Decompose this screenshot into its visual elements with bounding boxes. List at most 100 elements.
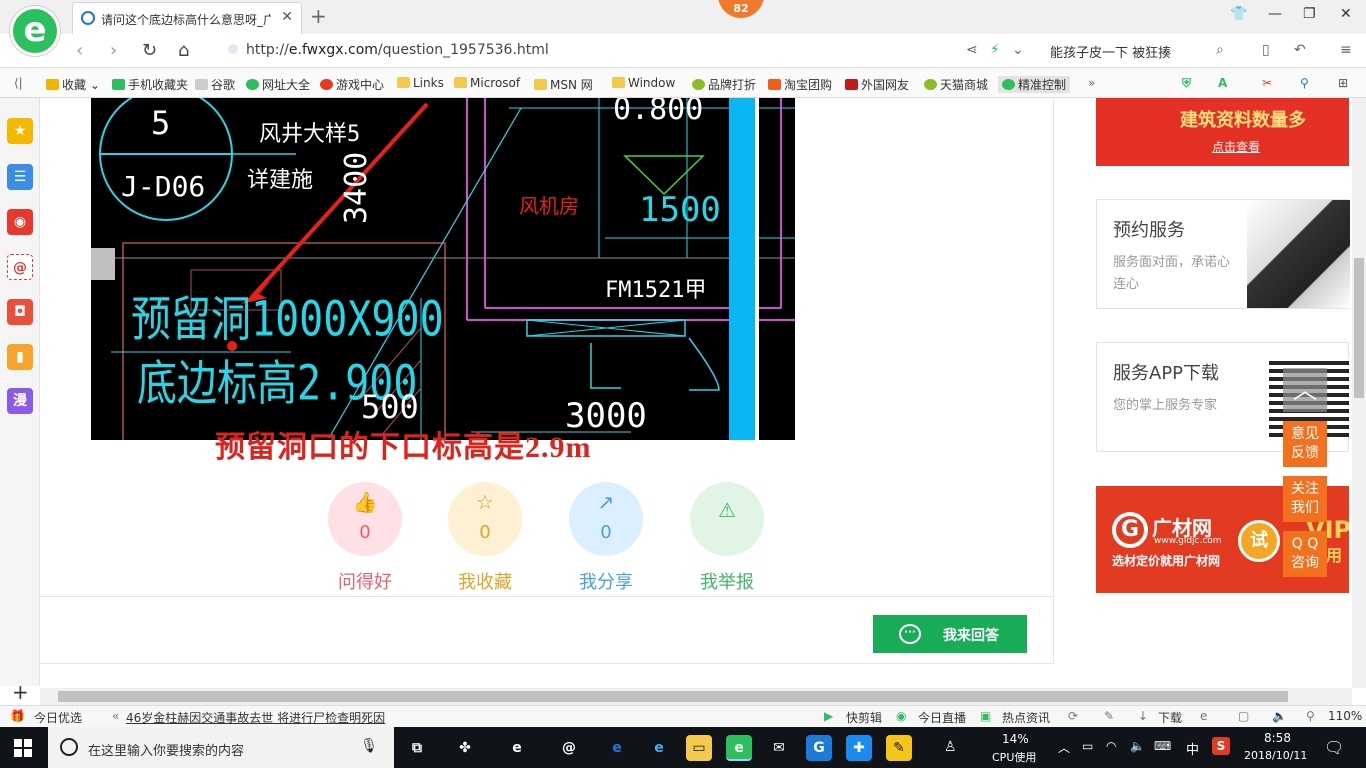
mail-icon[interactable]: @ <box>7 254 33 280</box>
reader-icon[interactable]: ☰ <box>7 164 33 190</box>
action-good-question[interactable]: 👍 0 问得好 <box>328 482 402 594</box>
glodon-icon[interactable]: G <box>806 735 832 761</box>
edge-icon[interactable]: e <box>604 735 630 761</box>
browser-logo-icon[interactable]: e <box>10 6 60 56</box>
game-icon[interactable]: ◘ <box>7 299 33 325</box>
ie-mode-icon[interactable]: e <box>1200 709 1207 723</box>
bookmark-item[interactable]: 天猫商城 <box>924 76 988 93</box>
people-icon[interactable]: ♙ <box>944 739 957 755</box>
wifi-icon[interactable]: ◠ <box>1106 739 1116 753</box>
clock-date[interactable]: 2018/10/11 <box>1244 749 1307 762</box>
action-circle[interactable]: ↗ 0 <box>569 482 643 556</box>
notification-center-icon[interactable]: 🗨 <box>1324 738 1344 757</box>
menu-icon[interactable]: ≡ <box>1340 42 1352 58</box>
action-label[interactable]: 我举报 <box>670 568 784 594</box>
ie-browser-icon[interactable]: e <box>504 735 530 761</box>
shield-icon[interactable]: ⛨ <box>1182 76 1191 91</box>
bookmark-item[interactable]: 淘宝团购 <box>768 76 832 93</box>
qq-consult-button[interactable]: Q Q 咨询 <box>1283 531 1327 577</box>
notes-app-icon[interactable]: ✎ <box>886 735 912 761</box>
today-picks[interactable]: 今日优选 <box>34 709 82 726</box>
download-label[interactable]: 下载 <box>1158 709 1182 726</box>
follow-us-button[interactable]: 关注 我们 <box>1283 476 1327 522</box>
minimize-icon[interactable]: — <box>1268 6 1282 22</box>
today-live[interactable]: 今日直播 <box>918 709 966 726</box>
scroll-thumb[interactable] <box>58 691 1288 702</box>
fan-app-icon[interactable]: ✤ <box>452 735 478 761</box>
action-circle[interactable]: 👍 0 <box>328 482 402 556</box>
mail-app-icon[interactable]: ✉ <box>766 735 792 761</box>
zoom-level[interactable]: 110% <box>1328 709 1362 723</box>
sogou-ime-icon[interactable]: S <box>1212 737 1230 755</box>
2345-browser-icon[interactable]: e <box>726 735 752 761</box>
apps-grid-icon[interactable]: ⊞ <box>1338 76 1348 90</box>
home-icon[interactable]: ⌂ <box>178 40 189 61</box>
speaker-icon[interactable]: 🔈 <box>1130 739 1145 753</box>
clock-time[interactable]: 8:58 <box>1264 731 1291 745</box>
back-to-top-icon[interactable]: ︿ <box>1283 368 1327 412</box>
bookmark-item[interactable]: 品牌打折 <box>692 76 756 93</box>
ad-link[interactable]: 点击查看 <box>1212 138 1260 155</box>
action-share[interactable]: ↗ 0 我分享 <box>569 482 643 594</box>
battery-icon[interactable]: ▭ <box>1082 739 1093 753</box>
feedback-button[interactable]: 意见 反馈 <box>1283 421 1327 467</box>
restore-icon[interactable]: ❐ <box>1303 6 1316 22</box>
url-field[interactable]: http://e.fwxgx.com/question_1957536.html <box>228 42 549 58</box>
share-icon[interactable]: ⋖ <box>966 42 978 58</box>
task-view-icon[interactable]: ⧉ <box>404 735 430 761</box>
hot-news[interactable]: 热点资讯 <box>1002 709 1050 726</box>
action-label[interactable]: 我收藏 <box>428 568 542 594</box>
file-explorer-icon[interactable]: ▭ <box>686 735 712 761</box>
forward-icon[interactable]: › <box>110 40 117 61</box>
comic-icon[interactable]: 漫 <box>7 388 33 414</box>
refresh-icon[interactable]: ⟳ <box>1068 709 1078 723</box>
action-label[interactable]: 我分享 <box>549 568 663 594</box>
windows-start-icon[interactable] <box>14 739 32 757</box>
shirt-skin-icon[interactable]: 👕 <box>1230 6 1247 22</box>
favorites-icon[interactable]: ★ <box>7 118 33 144</box>
reload-icon[interactable]: ↻ <box>142 40 157 61</box>
notes-icon[interactable]: ▮ <box>7 344 33 370</box>
action-collect[interactable]: ☆ 0 我收藏 <box>448 482 522 594</box>
bookmark-folder[interactable]: Links <box>397 76 444 90</box>
more-bookmarks-icon[interactable]: » <box>1088 76 1095 90</box>
quick-clip[interactable]: 快剪辑 <box>846 709 882 726</box>
horizontal-scrollbar[interactable] <box>40 688 1352 705</box>
bookmark-item[interactable]: 收藏 ⌄ <box>46 76 100 93</box>
weibo-icon[interactable]: ◉ <box>7 209 33 235</box>
answer-button[interactable]: ··· 我来回答 <box>873 615 1027 653</box>
tools-icon[interactable]: ✎ <box>1104 709 1114 723</box>
action-label[interactable]: 问得好 <box>308 568 422 594</box>
bookmark-folder[interactable]: Window <box>612 76 675 90</box>
hot-search-text[interactable]: 能孩子皮一下 被狂揍 <box>1050 42 1171 61</box>
bookmark-item[interactable]: 谷歌 <box>195 76 235 93</box>
bookmark-folder[interactable]: Microsof <box>454 76 520 90</box>
scissors-icon[interactable]: ✂ <box>1262 76 1272 90</box>
bookmark-folder[interactable]: MSN 网 <box>534 76 593 93</box>
mobile-icon[interactable]: ▯ <box>1262 42 1270 58</box>
action-report[interactable]: ⚠ 我举报 <box>690 482 764 594</box>
taskbar-search-box[interactable]: 在这里输入你要搜索的内容 🎙 <box>48 727 394 768</box>
notification-badge[interactable]: 82 <box>718 0 764 18</box>
bookmark-item[interactable]: 精准控制 <box>998 76 1071 93</box>
microphone-icon[interactable]: 🎙 <box>360 738 378 754</box>
internet-explorer-icon[interactable]: e <box>646 735 672 761</box>
window-icon[interactable]: ▢ <box>1238 709 1249 723</box>
volume-icon[interactable]: 🔈 <box>1272 709 1287 723</box>
bookmark-item[interactable]: 游戏中心 <box>320 76 384 93</box>
service-card[interactable]: 预约服务 服务面对面，承诺心连心 <box>1096 199 1350 309</box>
zoom-search-icon[interactable]: ⚲ <box>1300 76 1309 90</box>
chevron-down-icon[interactable]: ⌄ <box>1012 42 1024 58</box>
active-tab[interactable]: 请问这个底边标高什么意思呀_广 ✕ <box>72 2 302 34</box>
news-headline[interactable]: 46岁金柱赫因交通事故去世 将进行尸检查明死因 <box>126 709 385 726</box>
new-tab-icon[interactable]: + <box>310 4 327 28</box>
undo-icon[interactable]: ↶ <box>1294 42 1306 58</box>
tool-app-icon[interactable]: ✚ <box>846 735 872 761</box>
bookmark-item[interactable]: 外国网友 <box>845 76 909 93</box>
search-icon[interactable]: ⌕ <box>1216 42 1224 58</box>
tray-expand-icon[interactable]: ︿ <box>1058 739 1070 756</box>
lightning-icon[interactable]: ⚡ <box>990 42 1000 58</box>
keyboard-icon[interactable]: ⌨ <box>1154 739 1171 753</box>
action-circle[interactable]: ⚠ <box>690 482 764 556</box>
tab-close-icon[interactable]: ✕ <box>281 9 293 25</box>
